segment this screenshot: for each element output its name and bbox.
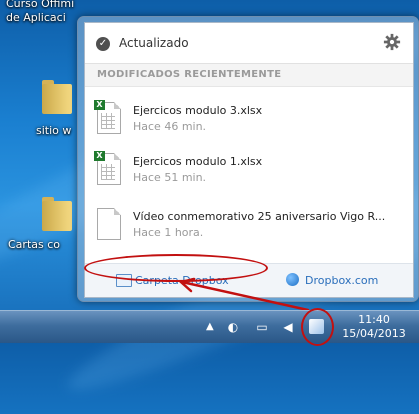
system-clock[interactable]: 11:40 15/04/2013	[334, 313, 414, 341]
network-tray-icon[interactable]: ◐	[226, 320, 240, 334]
display-tray-icon[interactable]: ▭	[255, 320, 269, 334]
annotation-arrows	[18, 277, 310, 332]
volume-tray-icon[interactable]: ◀	[281, 320, 295, 334]
clock-date: 15/04/2013	[342, 327, 406, 340]
clock-time: 11:40	[358, 313, 390, 326]
show-hidden-icons-icon[interactable]: ▲	[206, 321, 214, 332]
highlight-oval-tray	[301, 308, 334, 346]
taskbar: ▲ ◐ ▭ ◀ 11:40 15/04/2013	[0, 308, 419, 346]
